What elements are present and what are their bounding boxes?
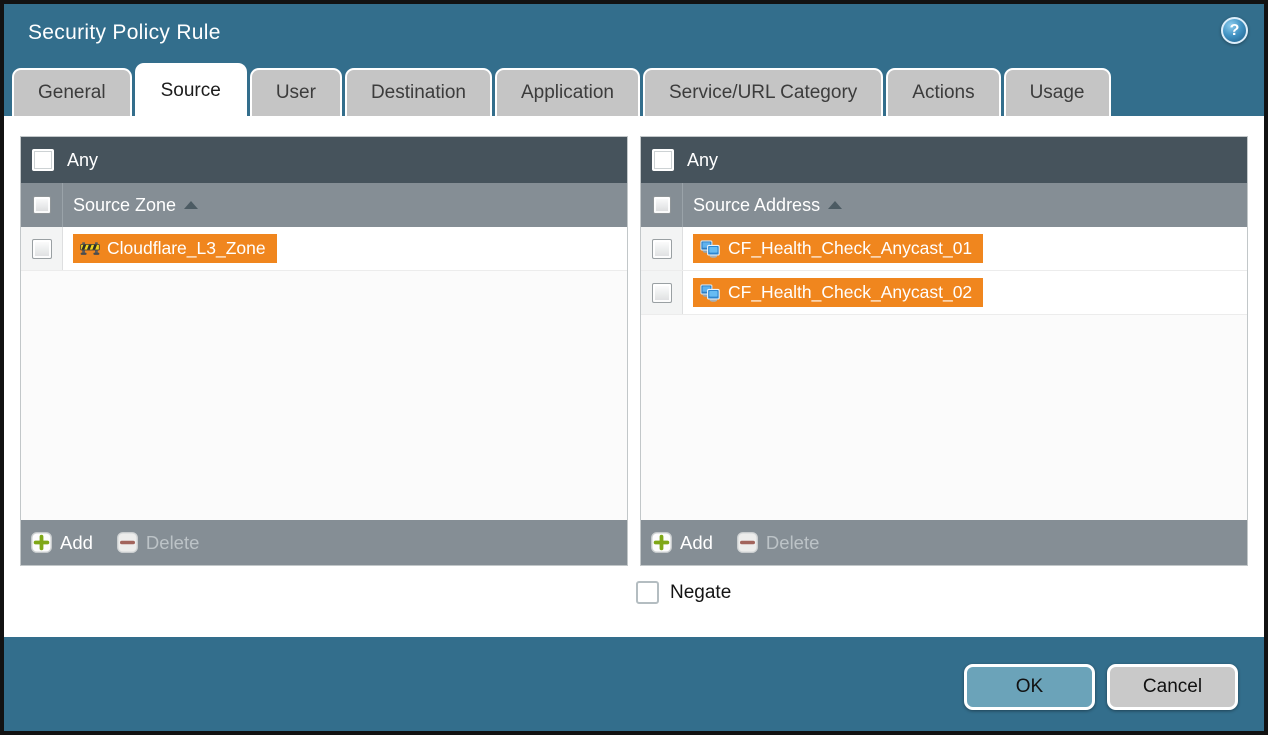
tab-destination[interactable]: Destination bbox=[345, 68, 492, 116]
tab-user[interactable]: User bbox=[250, 68, 342, 116]
sort-asc-icon bbox=[184, 201, 198, 209]
list-item[interactable]: CF_Health_Check_Anycast_02 bbox=[641, 271, 1247, 315]
tab-label: Application bbox=[521, 82, 614, 104]
add-icon bbox=[651, 532, 672, 553]
source-zone-any-header: Any bbox=[21, 137, 627, 183]
select-all-cell bbox=[641, 183, 683, 227]
ok-button[interactable]: OK bbox=[964, 664, 1095, 710]
address-icon bbox=[700, 240, 721, 258]
row-checkbox-cell bbox=[21, 227, 63, 270]
list-item[interactable]: CF_Health_Check_Anycast_01 bbox=[641, 227, 1247, 271]
object-label: CF_Health_Check_Anycast_01 bbox=[728, 238, 972, 259]
tab-label: Usage bbox=[1030, 82, 1085, 104]
row-checkbox-cell bbox=[641, 227, 683, 270]
delete-icon bbox=[117, 532, 138, 553]
any-checkbox[interactable] bbox=[32, 149, 54, 171]
row-checkbox[interactable] bbox=[652, 239, 672, 259]
row-content: Cloudflare_L3_Zone bbox=[63, 234, 277, 263]
negate-row: Negate bbox=[636, 581, 1248, 604]
source-address-footer: Add Delete bbox=[641, 520, 1247, 565]
source-address-column-header[interactable]: Source Address bbox=[641, 183, 1247, 227]
object-label: Cloudflare_L3_Zone bbox=[107, 238, 266, 259]
tab-source[interactable]: Source bbox=[135, 63, 247, 116]
delete-icon bbox=[737, 532, 758, 553]
any-label: Any bbox=[67, 150, 98, 171]
object-chip[interactable]: Cloudflare_L3_Zone bbox=[73, 234, 277, 263]
zone-icon bbox=[80, 241, 100, 256]
tab-label: Source bbox=[161, 80, 221, 102]
object-label: CF_Health_Check_Anycast_02 bbox=[728, 282, 972, 303]
address-icon bbox=[700, 284, 721, 302]
select-all-checkbox[interactable] bbox=[33, 196, 51, 214]
tab-service-url-category[interactable]: Service/URL Category bbox=[643, 68, 883, 116]
any-label: Any bbox=[687, 150, 718, 171]
cancel-button[interactable]: Cancel bbox=[1107, 664, 1238, 710]
column-header-label: Source Zone bbox=[73, 195, 176, 216]
object-chip[interactable]: CF_Health_Check_Anycast_01 bbox=[693, 234, 983, 263]
tab-application[interactable]: Application bbox=[495, 68, 640, 116]
row-checkbox-cell bbox=[641, 271, 683, 314]
negate-checkbox[interactable] bbox=[636, 581, 659, 604]
source-zone-panel: Any Source Zone bbox=[20, 136, 628, 566]
dialog-titlebar: Security Policy Rule ? bbox=[4, 4, 1264, 62]
security-policy-rule-dialog: Security Policy Rule ? General Source User… bbox=[0, 0, 1268, 735]
add-label: Add bbox=[60, 532, 93, 554]
delete-label: Delete bbox=[146, 532, 199, 554]
sort-asc-icon bbox=[828, 201, 842, 209]
source-address-list: CF_Health_Check_Anycast_01 CF_Health_Che… bbox=[641, 227, 1247, 520]
select-all-checkbox[interactable] bbox=[653, 196, 671, 214]
source-address-any-header: Any bbox=[641, 137, 1247, 183]
object-chip[interactable]: CF_Health_Check_Anycast_02 bbox=[693, 278, 983, 307]
row-content: CF_Health_Check_Anycast_01 bbox=[683, 234, 983, 263]
add-icon bbox=[31, 532, 52, 553]
dialog-title: Security Policy Rule bbox=[28, 21, 221, 45]
delete-button[interactable]: Delete bbox=[737, 532, 819, 554]
dialog-buttonbar: OK Cancel bbox=[4, 637, 1264, 731]
tab-general[interactable]: General bbox=[12, 68, 132, 116]
any-checkbox[interactable] bbox=[652, 149, 674, 171]
source-panels: Any Source Zone bbox=[20, 136, 1248, 566]
tab-bar: General Source User Destination Application S… bbox=[4, 62, 1264, 116]
row-checkbox[interactable] bbox=[652, 283, 672, 303]
column-header-label: Source Address bbox=[693, 195, 820, 216]
tab-label: General bbox=[38, 82, 106, 104]
tab-usage[interactable]: Usage bbox=[1004, 68, 1111, 116]
tab-label: Actions bbox=[912, 82, 974, 104]
delete-button[interactable]: Delete bbox=[117, 532, 199, 554]
select-all-cell bbox=[21, 183, 63, 227]
add-label: Add bbox=[680, 532, 713, 554]
tab-label: Destination bbox=[371, 82, 466, 104]
dialog-content: Any Source Zone bbox=[4, 116, 1264, 637]
row-content: CF_Health_Check_Anycast_02 bbox=[683, 278, 983, 307]
tab-actions[interactable]: Actions bbox=[886, 68, 1000, 116]
delete-label: Delete bbox=[766, 532, 819, 554]
source-address-panel: Any Source Address CF_ bbox=[640, 136, 1248, 566]
add-button[interactable]: Add bbox=[31, 532, 93, 554]
source-zone-column-header[interactable]: Source Zone bbox=[21, 183, 627, 227]
tab-label: User bbox=[276, 82, 316, 104]
row-checkbox[interactable] bbox=[32, 239, 52, 259]
tab-label: Service/URL Category bbox=[669, 82, 857, 104]
source-zone-list: Cloudflare_L3_Zone bbox=[21, 227, 627, 520]
help-icon[interactable]: ? bbox=[1221, 17, 1248, 44]
list-item[interactable]: Cloudflare_L3_Zone bbox=[21, 227, 627, 271]
negate-label: Negate bbox=[670, 582, 731, 604]
source-zone-footer: Add Delete bbox=[21, 520, 627, 565]
add-button[interactable]: Add bbox=[651, 532, 713, 554]
